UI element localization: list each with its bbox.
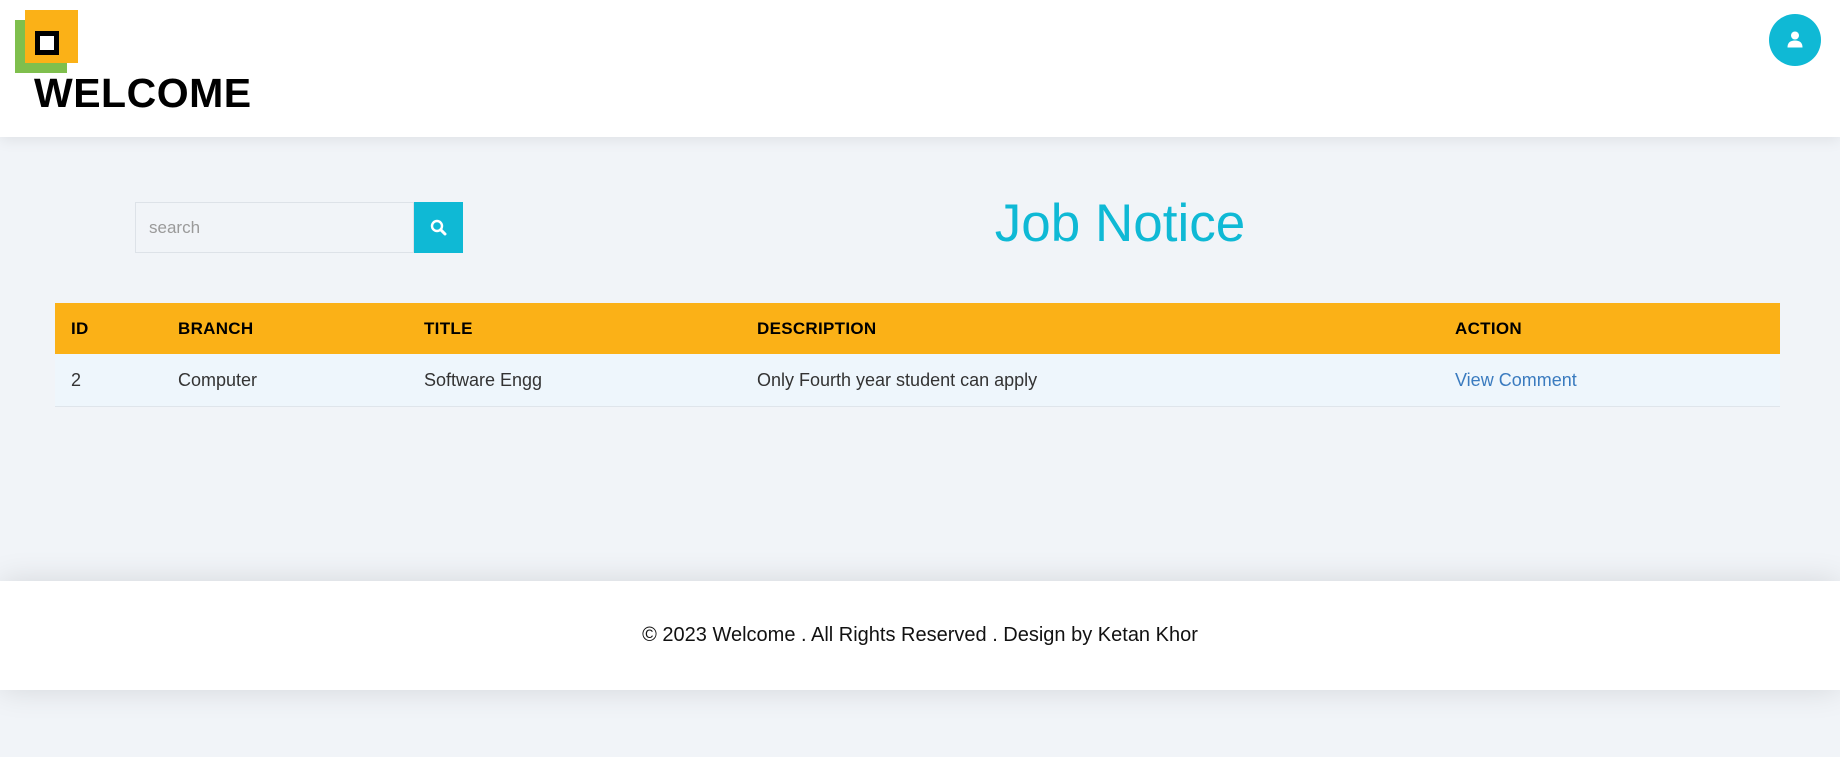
- search-bar: [135, 202, 463, 253]
- table-header-row: ID BRANCH TITLE DESCRIPTION ACTION: [55, 303, 1780, 354]
- top-header: WELCOME: [0, 0, 1840, 137]
- cell-id: 2: [55, 354, 162, 407]
- table-row: 2 Computer Software Engg Only Fourth yea…: [55, 354, 1780, 407]
- column-header-id: ID: [55, 303, 162, 354]
- footer: © 2023 Welcome . All Rights Reserved . D…: [0, 581, 1840, 690]
- column-header-action: ACTION: [1439, 303, 1780, 354]
- logo-icon[interactable]: [15, 10, 78, 73]
- column-header-branch: BRANCH: [162, 303, 408, 354]
- cell-action: View Comment: [1439, 354, 1780, 407]
- footer-copyright: © 2023 Welcome . All Rights Reserved . D…: [642, 624, 1198, 646]
- search-input[interactable]: [135, 202, 414, 253]
- cell-title: Software Engg: [408, 354, 741, 407]
- cell-description: Only Fourth year student can apply: [741, 354, 1439, 407]
- user-icon: [1787, 31, 1803, 48]
- job-notice-table: ID BRANCH TITLE DESCRIPTION ACTION 2 Com…: [55, 303, 1780, 407]
- brand-title: WELCOME: [34, 70, 252, 116]
- column-header-description: DESCRIPTION: [741, 303, 1439, 354]
- page-title: Job Notice: [994, 194, 1246, 253]
- logo-inner-square: [35, 31, 59, 55]
- view-comment-link[interactable]: View Comment: [1455, 370, 1577, 390]
- user-profile-button[interactable]: [1769, 14, 1821, 66]
- column-header-title: TITLE: [408, 303, 741, 354]
- cell-branch: Computer: [162, 354, 408, 407]
- search-icon: [430, 219, 447, 236]
- search-button[interactable]: [414, 202, 463, 253]
